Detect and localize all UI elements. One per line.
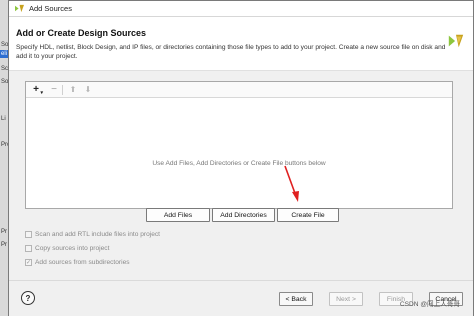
- move-up-button[interactable]: ⬆: [67, 84, 79, 96]
- add-from-subdirectories-checkbox[interactable]: ✓: [25, 259, 32, 266]
- screen: So eli Sc Sou Li Pro Pr Pr Add Sources A…: [0, 0, 474, 316]
- help-button[interactable]: ?: [21, 291, 35, 305]
- add-sources-dialog: Add Sources Add or Create Design Sources…: [8, 0, 474, 316]
- next-button[interactable]: Next >: [329, 292, 363, 306]
- back-button[interactable]: < Back: [279, 292, 313, 306]
- copy-sources-checkbox[interactable]: [25, 245, 32, 252]
- plus-icon: +: [33, 84, 39, 95]
- background-text: Sc: [1, 66, 9, 72]
- background-text: Li: [1, 116, 6, 122]
- page-title: Add or Create Design Sources: [16, 28, 147, 38]
- arrow-up-icon: ⬆: [69, 85, 77, 94]
- scan-rtl-include-label: Scan and add RTL include files into proj…: [35, 231, 160, 238]
- wizard-body: + ▾ − ⬆ ⬇ Use Add Files, Add Directories…: [9, 70, 473, 280]
- background-text: eli: [1, 51, 8, 57]
- source-files-panel: + ▾ − ⬆ ⬇ Use Add Files, Add Directories…: [25, 81, 453, 209]
- source-toolbar: + ▾ − ⬆ ⬇: [26, 82, 452, 98]
- scan-rtl-include-checkbox[interactable]: [25, 231, 32, 238]
- add-files-button[interactable]: Add Files: [146, 208, 210, 222]
- copy-sources-label: Copy sources into project: [35, 245, 110, 252]
- add-sources-button[interactable]: + ▾: [30, 84, 43, 96]
- add-directories-button[interactable]: Add Directories: [212, 208, 275, 222]
- minus-icon: −: [51, 84, 57, 95]
- wizard-header: Add or Create Design Sources Specify HDL…: [9, 18, 473, 70]
- window-title: Add Sources: [29, 4, 72, 13]
- vivado-app-icon: [15, 4, 24, 13]
- empty-list-message: Use Add Files, Add Directories or Create…: [152, 160, 326, 167]
- copy-sources-option[interactable]: Copy sources into project: [25, 245, 109, 252]
- arrow-down-icon: ⬇: [84, 85, 92, 94]
- watermark-text: CSDN @闯上人哥哥: [399, 301, 460, 308]
- move-down-button[interactable]: ⬇: [82, 84, 94, 96]
- remove-source-button[interactable]: −: [48, 84, 60, 96]
- scan-rtl-include-option[interactable]: Scan and add RTL include files into proj…: [25, 231, 160, 238]
- dropdown-indicator-icon: ▾: [40, 90, 43, 96]
- create-file-button[interactable]: Create File: [277, 208, 339, 222]
- title-bar: Add Sources: [9, 1, 473, 17]
- background-text: Pr: [1, 229, 7, 235]
- add-from-subdirectories-label: Add sources from subdirectories: [35, 259, 130, 266]
- vivado-logo-icon: [448, 34, 464, 48]
- toolbar-divider: [62, 85, 63, 95]
- background-text: Pr: [1, 242, 7, 248]
- page-description: Specify HDL, netlist, Block Design, and …: [16, 44, 446, 60]
- add-from-subdirectories-option[interactable]: ✓ Add sources from subdirectories: [25, 259, 130, 266]
